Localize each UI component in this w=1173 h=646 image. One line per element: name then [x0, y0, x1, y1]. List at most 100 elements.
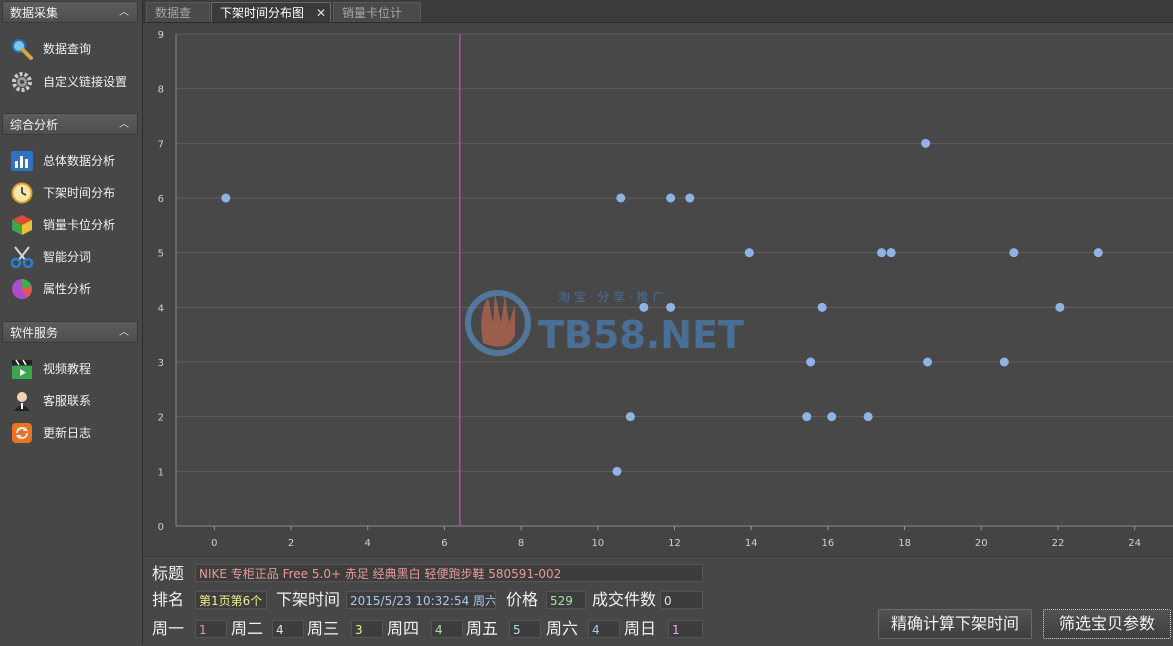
chevron-up-icon[interactable]: ︿: [119, 322, 129, 344]
chevron-up-icon[interactable]: ︿: [119, 2, 129, 24]
tab-delist-distribution[interactable]: 下架时间分布图 ✕: [211, 2, 331, 22]
sidebar-item-customer-service[interactable]: 客服联系: [10, 388, 140, 414]
sidebar-item-label: 数据查询: [43, 42, 92, 56]
day-field-sun[interactable]: 1: [668, 620, 703, 638]
data-point[interactable]: [666, 193, 676, 203]
rank-label: 排名: [152, 590, 185, 609]
tab-data-query[interactable]: 数据查询: [146, 2, 210, 40]
x-tick-label: 0: [211, 538, 217, 549]
section-title: 数据采集: [10, 6, 59, 20]
sidebar-item-label: 销量卡位分析: [43, 218, 116, 232]
x-tick-label: 18: [898, 538, 911, 549]
data-point[interactable]: [802, 412, 812, 422]
sales-count-field[interactable]: 0: [660, 591, 703, 609]
scatter-chart-svg: TB58.NET 淘 宝 · 分 享 · 推 广 01234567890 2 4 6 8…: [158, 30, 1173, 549]
sidebar-item-custom-link[interactable]: 自定义链接设置: [10, 69, 140, 95]
sidebar-item-label: 总体数据分析: [43, 154, 116, 168]
data-point[interactable]: [921, 138, 931, 148]
x-tick-label: 8: [518, 538, 524, 549]
section-header-data-collection[interactable]: 数据采集 ︿: [2, 1, 138, 23]
data-point[interactable]: [923, 357, 933, 367]
data-point[interactable]: [999, 357, 1009, 367]
clock-icon: [11, 182, 33, 204]
data-point[interactable]: [1093, 248, 1103, 258]
day-field-thu[interactable]: 4: [431, 620, 463, 638]
sidebar-item-label: 自定义链接设置: [43, 75, 128, 89]
chevron-up-icon[interactable]: ︿: [119, 114, 129, 136]
x-tick-label: 10: [591, 538, 604, 549]
gear-icon: [12, 72, 32, 92]
sidebar-item-video-tutorial[interactable]: 视频教程: [10, 356, 140, 382]
sidebar-item-word-segment[interactable]: 智能分词: [10, 244, 140, 270]
y-tick-label: 8: [158, 85, 164, 96]
sidebar-item-update-log[interactable]: 更新日志: [10, 420, 140, 446]
data-point[interactable]: [221, 193, 231, 203]
day-field-fri[interactable]: 5: [509, 620, 541, 638]
tab-bar: 数据查询 下架时间分布图 ✕ 销量卡位计算: [143, 0, 1173, 40]
y-tick-label: 3: [158, 358, 164, 369]
data-point[interactable]: [612, 466, 622, 476]
data-point[interactable]: [817, 302, 827, 312]
day-field-tue[interactable]: 4: [272, 620, 304, 638]
title-label: 标题: [152, 564, 185, 583]
cube-icon: [12, 215, 32, 235]
scissors-icon: [10, 246, 34, 268]
data-point[interactable]: [877, 248, 887, 258]
sidebar-item-overall-analysis[interactable]: 总体数据分析: [10, 148, 140, 174]
rank-field[interactable]: 第1页第6个: [195, 591, 267, 609]
clapperboard-icon: [12, 359, 32, 379]
x-tick-label: 12: [668, 538, 681, 549]
y-tick-label: 4: [158, 303, 164, 314]
data-point[interactable]: [616, 193, 626, 203]
section-title: 综合分析: [10, 118, 59, 132]
filter-params-button[interactable]: 筛选宝贝参数: [1043, 609, 1171, 639]
sidebar-item-label: 更新日志: [43, 426, 92, 440]
x-tick-label: 4: [365, 538, 371, 549]
data-point[interactable]: [827, 412, 837, 422]
grid: [176, 33, 1173, 527]
delist-time-field[interactable]: 2015/5/23 10:32:54 周六: [346, 591, 496, 609]
sidebar-item-delist-time[interactable]: 下架时间分布: [10, 180, 140, 206]
day-field-wed[interactable]: 3: [351, 620, 383, 638]
close-icon[interactable]: ✕: [316, 3, 326, 23]
day-label-mon: 周一: [152, 619, 185, 638]
section-header-analysis[interactable]: 综合分析 ︿: [2, 113, 138, 135]
sidebar-item-data-query[interactable]: 数据查询: [10, 36, 140, 62]
sidebar: 数据采集 ︿ 数据查询 自定义链接设置 综合分析 ︿ 总体数据分析 下架时间分布: [0, 0, 143, 645]
calc-delist-time-button[interactable]: 精确计算下架时间: [878, 609, 1032, 639]
y-tick-label: 5: [158, 249, 164, 260]
tab-sales-rank-calc[interactable]: 销量卡位计算: [333, 2, 421, 40]
y-tick-label: 1: [158, 467, 164, 478]
x-tick-label: 16: [822, 538, 835, 549]
data-point[interactable]: [685, 193, 695, 203]
data-point[interactable]: [639, 302, 649, 312]
data-point[interactable]: [1009, 248, 1019, 258]
x-tick-label: 2: [288, 538, 294, 549]
data-point[interactable]: [744, 248, 754, 258]
x-tick-label: 14: [745, 538, 758, 549]
magnifier-icon: [12, 39, 33, 60]
price-label: 价格: [506, 590, 539, 609]
sidebar-item-label: 视频教程: [43, 362, 92, 376]
section-header-software-service[interactable]: 软件服务 ︿: [2, 321, 138, 343]
y-tick-label: 0: [158, 522, 164, 533]
data-point[interactable]: [1055, 302, 1065, 312]
sales-count-label: 成交件数: [592, 590, 657, 609]
data-point[interactable]: [886, 248, 896, 258]
sidebar-item-attribute-analysis[interactable]: 属性分析: [10, 276, 140, 302]
data-point[interactable]: [625, 412, 635, 422]
day-field-sat[interactable]: 4: [588, 620, 620, 638]
item-info-panel: 标题 NIKE 专柜正品 Free 5.0+ 赤足 经典黑白 轻便跑步鞋 580…: [143, 556, 1173, 646]
data-point[interactable]: [863, 412, 873, 422]
title-field[interactable]: NIKE 专柜正品 Free 5.0+ 赤足 经典黑白 轻便跑步鞋 580591…: [195, 564, 703, 582]
day-label-sat: 周六: [546, 619, 579, 638]
sidebar-item-sales-rank[interactable]: 销量卡位分析: [10, 212, 140, 238]
data-point[interactable]: [806, 357, 816, 367]
price-field[interactable]: 529: [546, 591, 586, 609]
y-tick-label: 2: [158, 413, 164, 424]
day-field-mon[interactable]: 1: [195, 620, 227, 638]
x-tick-label: 6: [441, 538, 447, 549]
data-point[interactable]: [666, 302, 676, 312]
x-tick-label: 20: [975, 538, 988, 549]
watermark-text: TB58.NET: [538, 313, 744, 357]
